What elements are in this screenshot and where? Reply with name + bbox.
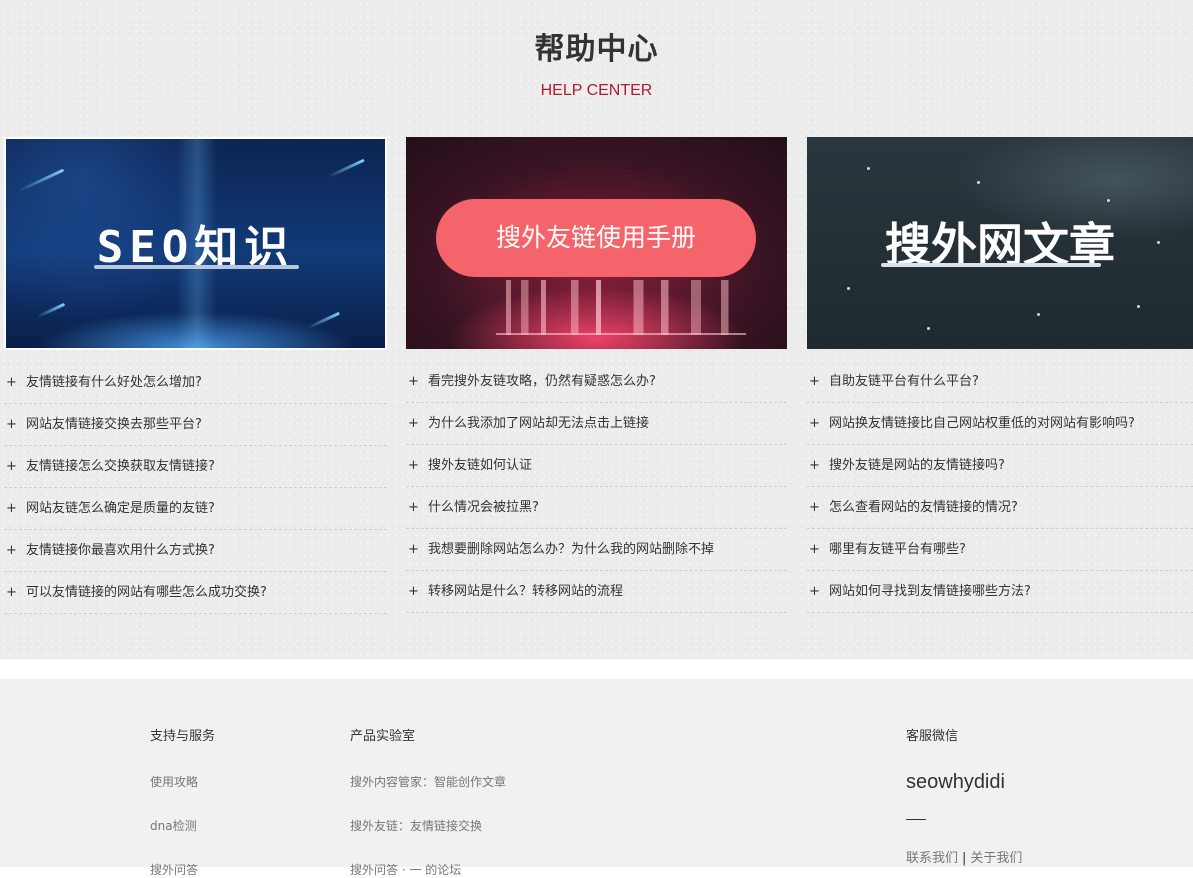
article-list: + 看完搜外友链攻略，仍然有疑惑怎么办? + 为什么我添加了网站却无法点击上链接 +…: [406, 361, 787, 613]
link-separator: |: [962, 851, 967, 866]
footer-support-title: 支持与服务: [150, 729, 216, 744]
article-link[interactable]: 转移网站是什么？转移网站的流程: [428, 584, 623, 599]
article-link[interactable]: 搜外友链是网站的友情链接吗?: [829, 458, 1005, 473]
manual-banner[interactable]: 搜外友链使用手册: [406, 137, 787, 349]
list-item[interactable]: + 可以友情链接的网站有哪些怎么成功交换?: [4, 572, 387, 614]
article-link[interactable]: 搜外友链如何认证: [428, 458, 532, 473]
plus-icon: +: [6, 375, 17, 390]
articles-banner[interactable]: 搜外网文章: [807, 137, 1193, 349]
plus-icon: +: [809, 416, 820, 431]
footer-link-forum[interactable]: 搜外问答 · 一 的论坛: [350, 861, 461, 878]
star: [847, 287, 850, 290]
star: [1037, 313, 1040, 316]
list-item[interactable]: + 自助友链平台有什么平台?: [807, 361, 1193, 403]
footer-link-friend-links[interactable]: 搜外友链：友情链接交换: [350, 817, 482, 834]
help-column-seo: SEO知识 + 友情链接有什么好处怎么增加? + 网站友情链接交换去那些平台? + 友…: [4, 137, 387, 614]
list-item[interactable]: + 网站友链怎么确定是质量的友链?: [4, 488, 387, 530]
article-list: + 友情链接有什么好处怎么增加? + 网站友情链接交换去那些平台? + 友情链接怎么交…: [4, 362, 387, 614]
plus-icon: +: [408, 542, 419, 557]
help-center-title: 帮助中心: [534, 32, 659, 67]
footer-link-content-manager[interactable]: 搜外内容管家：智能创作文章: [350, 773, 506, 790]
article-link[interactable]: 哪里有友链平台有哪些?: [829, 542, 966, 557]
article-link[interactable]: 什么情况会被拉黑?: [428, 500, 539, 515]
banner-streak: [307, 311, 340, 330]
site-footer: 支持与服务 使用攻略 dna检测 搜外问答 产品实验室 搜外内容管家：智能创作文…: [0, 679, 1193, 877]
about-us-link[interactable]: 关于我们: [970, 851, 1022, 866]
plus-icon: +: [408, 458, 419, 473]
article-link[interactable]: 友情链接怎么交换获取友情链接?: [26, 459, 215, 474]
list-item[interactable]: + 转移网站是什么？转移网站的流程: [406, 571, 787, 613]
banner-underline: [94, 265, 299, 269]
star: [977, 181, 980, 184]
article-link[interactable]: 自助友链平台有什么平台?: [829, 374, 979, 389]
list-item[interactable]: + 搜外友链是网站的友情链接吗?: [807, 445, 1193, 487]
banner-streak: [327, 158, 365, 179]
footer-service-title: 客服微信: [906, 729, 959, 744]
list-item[interactable]: + 网站如何寻找到友情链接哪些方法?: [807, 571, 1193, 613]
plus-icon: +: [408, 374, 419, 389]
wechat-id: seowhydidi: [906, 771, 1005, 793]
star: [1137, 305, 1140, 308]
star: [927, 327, 930, 330]
article-link[interactable]: 为什么我添加了网站却无法点击上链接: [428, 416, 649, 431]
article-link[interactable]: 友情链接你最喜欢用什么方式换?: [26, 543, 215, 558]
plus-icon: +: [809, 584, 820, 599]
footer-link-dna-check[interactable]: dna检测: [150, 817, 197, 834]
star: [867, 167, 870, 170]
plus-icon: +: [6, 417, 17, 432]
list-item[interactable]: + 网站换友情链接比自己网站权重低的对网站有影响吗?: [807, 403, 1193, 445]
plus-icon: +: [809, 374, 820, 389]
banner-underline: [881, 263, 1101, 267]
plus-icon: +: [408, 584, 419, 599]
footer-link-guide[interactable]: 使用攻略: [150, 773, 198, 790]
banner-streak: [36, 302, 66, 319]
article-link[interactable]: 可以友情链接的网站有哪些怎么成功交换?: [26, 585, 267, 600]
article-link[interactable]: 网站友情链接交换去那些平台?: [26, 417, 202, 432]
list-item[interactable]: + 看完搜外友链攻略，仍然有疑惑怎么办?: [406, 361, 787, 403]
list-item[interactable]: + 我想要删除网站怎么办？为什么我的网站删除不掉: [406, 529, 787, 571]
list-item[interactable]: + 哪里有友链平台有哪些?: [807, 529, 1193, 571]
help-column-manual: 搜外友链使用手册 + 看完搜外友链攻略，仍然有疑惑怎么办? + 为什么我添加了网站却…: [406, 137, 787, 613]
list-item[interactable]: + 搜外友链如何认证: [406, 445, 787, 487]
help-center-subtitle: HELP CENTER: [540, 82, 653, 99]
plus-icon: +: [6, 543, 17, 558]
list-item[interactable]: + 为什么我添加了网站却无法点击上链接: [406, 403, 787, 445]
list-item[interactable]: + 网站友情链接交换去那些平台?: [4, 404, 387, 446]
article-link[interactable]: 怎么查看网站的友情链接的情况?: [829, 500, 1018, 515]
plus-icon: +: [6, 585, 17, 600]
footer-link-qa[interactable]: 搜外问答: [150, 861, 198, 878]
divider: [906, 819, 926, 820]
article-link[interactable]: 友情链接有什么好处怎么增加?: [26, 375, 202, 390]
city-skyline-illustration: [496, 280, 746, 335]
plus-icon: +: [408, 500, 419, 515]
contact-us-link[interactable]: 联系我们: [906, 851, 958, 866]
star: [1107, 199, 1110, 202]
article-link[interactable]: 网站换友情链接比自己网站权重低的对网站有影响吗?: [829, 416, 1135, 431]
article-link[interactable]: 看完搜外友链攻略，仍然有疑惑怎么办?: [428, 374, 656, 389]
plus-icon: +: [6, 501, 17, 516]
article-link[interactable]: 网站友链怎么确定是质量的友链?: [26, 501, 215, 516]
manual-pill-button[interactable]: 搜外友链使用手册: [436, 199, 756, 277]
list-item[interactable]: + 什么情况会被拉黑?: [406, 487, 787, 529]
plus-icon: +: [408, 416, 419, 431]
list-item[interactable]: + 友情链接你最喜欢用什么方式换?: [4, 530, 387, 572]
plus-icon: +: [809, 542, 820, 557]
list-item[interactable]: + 怎么查看网站的友情链接的情况?: [807, 487, 1193, 529]
help-center-section: 帮助中心 HELP CENTER SEO知识 + 友情链接有什么好处怎么增加? +…: [0, 0, 1193, 659]
help-column-articles: 搜外网文章 + 自助友链平台有什么平台? + 网站换友情链接比自己网站权重低的对网站…: [807, 137, 1193, 613]
footer-lab-title: 产品实验室: [350, 729, 416, 744]
article-link[interactable]: 网站如何寻找到友情链接哪些方法?: [829, 584, 1031, 599]
plus-icon: +: [809, 458, 820, 473]
footer-contact-links: 联系我们 | 关于我们: [906, 847, 1022, 866]
plus-icon: +: [6, 459, 17, 474]
list-item[interactable]: + 友情链接怎么交换获取友情链接?: [4, 446, 387, 488]
banner-streak: [17, 168, 65, 193]
plus-icon: +: [809, 500, 820, 515]
article-list: + 自助友链平台有什么平台? + 网站换友情链接比自己网站权重低的对网站有影响吗? …: [807, 361, 1193, 613]
article-link[interactable]: 我想要删除网站怎么办？为什么我的网站删除不掉: [428, 542, 714, 557]
seo-knowledge-banner[interactable]: SEO知识: [4, 137, 387, 350]
list-item[interactable]: + 友情链接有什么好处怎么增加?: [4, 362, 387, 404]
